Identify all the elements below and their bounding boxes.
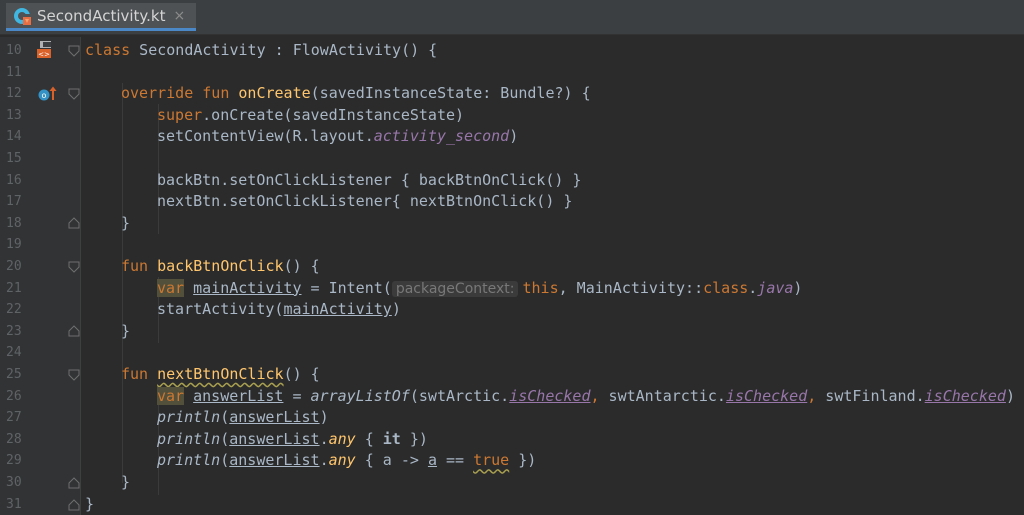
tab-second-activity[interactable]: SecondActivity.kt × [6,3,196,31]
code-line-30: } [121,473,131,491]
layout-file-icon[interactable]: <> [34,40,56,60]
fold-end-icon[interactable] [68,325,80,337]
fold-collapse-icon[interactable] [68,45,80,57]
line-number: 26 [6,388,22,404]
line-number: 24 [6,345,22,361]
line-number: 28 [6,431,22,447]
code-line-28: println(answerList.any { it }) [157,429,428,448]
code-line-29: println(answerList.any { a -> a == true … [157,451,537,470]
code-line-12: override fun onCreate(savedInstanceState… [121,84,591,103]
line-number: 15 [6,151,22,166]
code-line-21: var mainActivity = Intent(packageContext… [157,278,803,297]
code-line-10: class SecondActivity : FlowActivity() { [85,41,438,59]
editor-tab-bar: SecondActivity.kt × [0,0,1024,35]
tab-label: SecondActivity.kt [37,6,166,25]
fold-collapse-icon[interactable] [68,261,80,273]
line-number: 16 [6,172,22,188]
line-number: 10 [6,43,22,58]
line-number: 17 [6,194,22,210]
fold-end-icon[interactable] [68,217,80,229]
code-line-27: println(answerList) [157,408,329,427]
code-line-18: } [121,213,131,232]
line-number: 30 [6,475,22,490]
close-icon[interactable]: × [174,8,186,24]
fold-collapse-icon[interactable] [68,88,80,100]
line-number: 13 [6,107,22,123]
line-number: 18 [6,215,22,231]
code-line-17: nextBtn.setOnClickListener{ nextBtnOnCli… [157,192,573,211]
svg-text:<>: <> [38,51,50,59]
line-number: 12 [6,86,22,102]
line-number: 22 [6,302,22,318]
code-area[interactable]: class SecondActivity : FlowActivity() { … [85,37,1024,515]
fold-collapse-icon[interactable] [68,369,80,381]
code-line-25: fun nextBtnOnClick() { [121,365,320,383]
indent-guide [122,83,123,483]
code-line-16: backBtn.setOnClickListener { backBtnOnCl… [157,170,582,189]
line-number: 31 [6,496,22,512]
line-number: 20 [6,259,22,274]
line-number: 29 [6,453,22,469]
code-line-23: } [121,321,131,340]
code-line-22: startActivity(mainActivity) [157,300,401,319]
code-line-14: setContentView(R.layout.activity_second) [157,127,519,146]
line-number: 21 [6,280,22,296]
gutter-separator [80,37,81,515]
fold-end-icon[interactable] [68,477,80,489]
code-editor[interactable]: 10 11 12 13 14 15 16 17 18 19 20 21 22 2… [0,37,1024,515]
code-line-26: var answerList = arrayListOf(swtArctic.i… [157,386,1015,405]
kotlin-file-icon [12,6,32,26]
override-method-icon[interactable]: o [38,86,58,102]
code-line-13: super.onCreate(savedInstanceState) [157,105,465,124]
line-number: 19 [6,237,22,253]
code-line-31: } [85,494,95,513]
svg-text:o: o [42,91,47,100]
gutter: 10 11 12 13 14 15 16 17 18 19 20 21 22 2… [0,37,80,515]
line-number: 14 [6,129,22,145]
line-number: 23 [6,323,22,339]
line-number: 25 [6,367,22,382]
code-line-20: fun backBtnOnClick() { [121,257,320,275]
line-number: 11 [6,64,22,80]
line-number: 27 [6,410,22,426]
parameter-hint: packageContext: [391,280,519,297]
fold-end-icon[interactable] [68,499,80,511]
